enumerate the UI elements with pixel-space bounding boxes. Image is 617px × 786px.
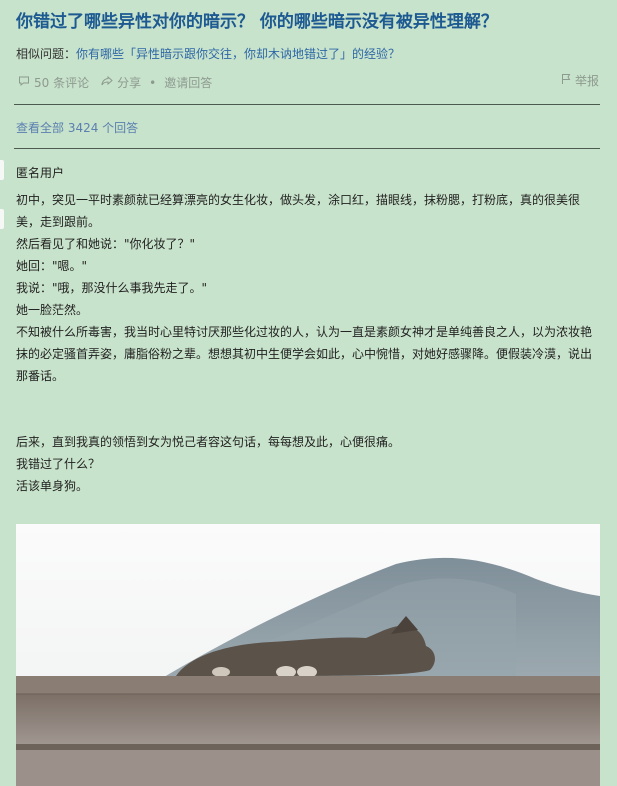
report-button[interactable]: 举报 <box>560 72 599 89</box>
comment-icon <box>18 75 30 90</box>
similar-question-link[interactable]: 你有哪些「异性暗示跟你交往，你却木讷地错过了」的经验？ <box>76 47 400 61</box>
report-label: 举报 <box>574 74 599 88</box>
answer-paragraph: 我错过了什么？ <box>16 457 101 471</box>
similar-question: 相似问题：你有哪些「异性暗示跟你交往，你却木讷地错过了」的经验？ <box>16 45 400 63</box>
invite-answer-button[interactable]: 邀请回答 <box>164 74 212 91</box>
answer-blank-line <box>16 387 602 431</box>
answer-paragraph: 初中，突见一平时素颜就已经算漂亮的女生化妆，做头发，涂口红，描眼线，抹粉腮，打粉… <box>16 193 581 229</box>
comments-button[interactable]: 50 条评论 <box>18 74 89 91</box>
answer-paragraph: 活该单身狗。 <box>16 479 89 493</box>
separator-dot: • <box>149 75 157 90</box>
vote-up-tab[interactable] <box>0 160 4 180</box>
answer-paragraph: 然后看见了和她说："你化妆了？" <box>16 237 196 251</box>
question-actions: 50 条评论 分享 • 邀请回答 <box>18 74 212 91</box>
answer-paragraph: 她一脸茫然。 <box>16 303 89 317</box>
share-label: 分享 <box>117 76 142 90</box>
answer-paragraph: 不知被什么所毒害，我当时心里特讨厌那些化过妆的人，认为一直是素颜女神才是单纯善良… <box>16 325 593 383</box>
vote-down-tab[interactable] <box>0 209 4 229</box>
answer-paragraph: 后来，直到我真的领悟到女为悦己者容这句话，每每想及此，心便很痛。 <box>16 435 401 449</box>
divider <box>14 104 600 105</box>
answer-paragraph: 她回："嗯。" <box>16 259 88 273</box>
share-button[interactable]: 分享 <box>101 74 141 91</box>
flag-icon <box>560 73 572 88</box>
comments-count: 50 条评论 <box>34 76 90 90</box>
similar-label: 相似问题： <box>16 47 77 61</box>
share-icon <box>101 75 113 90</box>
question-title[interactable]: 你错过了哪些异性对你的暗示？ 你的哪些暗示没有被异性理解？ <box>16 10 606 34</box>
divider <box>14 148 600 149</box>
answer-image[interactable] <box>16 524 600 786</box>
answer-author[interactable]: 匿名用户 <box>16 164 64 181</box>
view-all-answers-link[interactable]: 查看全部 3424 个回答 <box>16 119 138 136</box>
answer-content: 初中，突见一平时素颜就已经算漂亮的女生化妆，做头发，涂口红，描眼线，抹粉腮，打粉… <box>16 189 602 497</box>
answer-paragraph: 我说："哦，那没什么事我先走了。" <box>16 281 208 295</box>
